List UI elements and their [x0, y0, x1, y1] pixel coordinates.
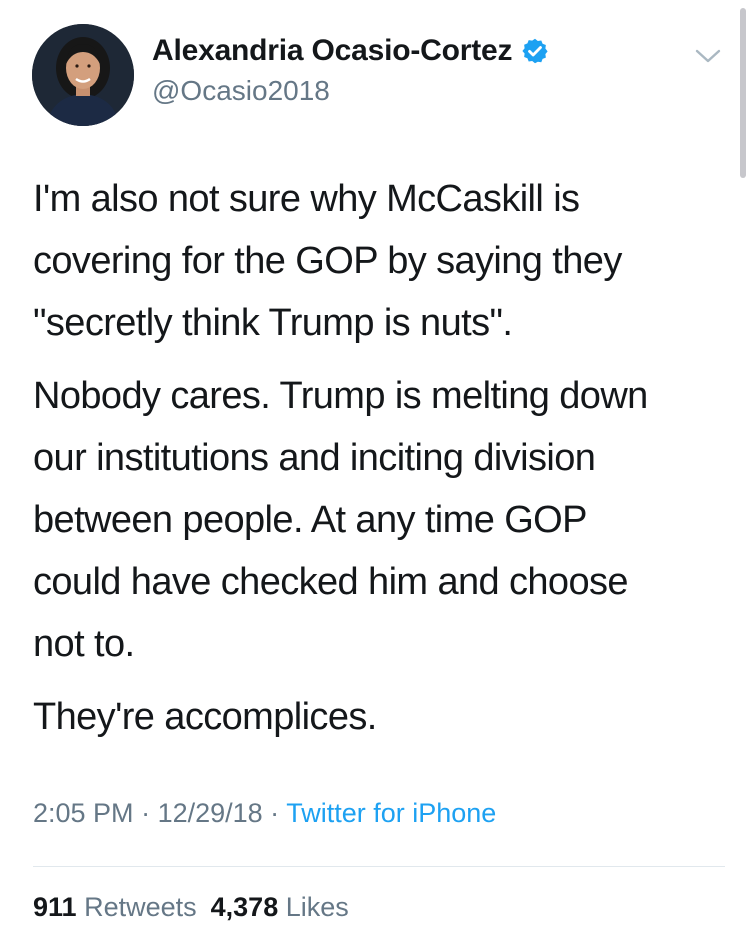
divider — [33, 866, 725, 867]
avatar[interactable] — [32, 24, 134, 126]
separator: · — [133, 798, 158, 828]
likes-stat[interactable]: 4,378 Likes — [211, 892, 349, 922]
display-name-row[interactable]: Alexandria Ocasio-Cortez — [152, 34, 549, 68]
separator: · — [262, 798, 287, 828]
retweets-count: 911 — [33, 892, 77, 922]
chevron-down-icon[interactable] — [694, 46, 722, 66]
source-link[interactable]: Twitter for iPhone — [286, 798, 496, 828]
tweet-metadata: 2:05 PM · 12/29/18 · Twitter for iPhone — [33, 798, 496, 829]
avatar-photo — [32, 24, 134, 126]
retweets-stat[interactable]: 911 Retweets — [33, 892, 197, 922]
tweet-paragraph: I'm also not sure why McCaskill is cover… — [33, 178, 622, 344]
tweet-paragraph: Nobody cares. Trump is melting down our … — [33, 375, 648, 665]
likes-label: Likes — [285, 892, 349, 922]
likes-count: 4,378 — [210, 892, 279, 922]
retweets-label: Retweets — [84, 892, 197, 922]
display-name[interactable]: Alexandria Ocasio-Cortez — [152, 34, 513, 68]
tweet-text: I'm also not sure why McCaskill is cover… — [33, 168, 733, 748]
tweet-detail: Alexandria Ocasio-Cortez @Ocasio2018 I'm… — [0, 0, 750, 950]
tweet-time[interactable]: 2:05 PM — [33, 798, 134, 828]
verified-badge-icon — [521, 37, 549, 65]
username-handle[interactable]: @Ocasio2018 — [152, 75, 330, 107]
tweet-paragraph: They're accomplices. — [33, 696, 377, 738]
scrollbar[interactable] — [740, 8, 746, 178]
tweet-date[interactable]: 12/29/18 — [158, 798, 263, 828]
engagement-stats: 911 Retweets 4,378 Likes — [33, 892, 349, 923]
